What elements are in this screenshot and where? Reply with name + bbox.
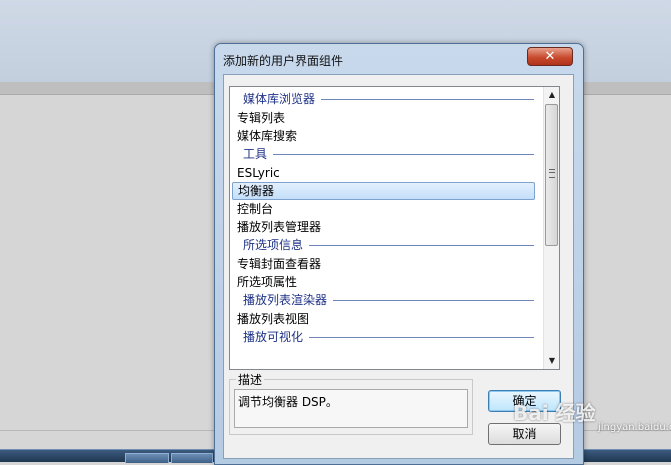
close-button[interactable]: ✕ [527, 47, 573, 66]
list-item[interactable]: ESLyric [232, 164, 535, 182]
list-item[interactable]: 专辑列表 [232, 109, 535, 127]
group-header: 播放列表渲染器 [230, 291, 542, 310]
list-item[interactable]: 控制台 [232, 200, 535, 218]
scrollbar-thumb[interactable] [545, 104, 558, 246]
group-label: 工具 [243, 147, 274, 161]
group-header: 所选项信息 [230, 236, 542, 255]
list-item[interactable]: 播放列表视图 [232, 310, 535, 328]
taskbar-button[interactable] [171, 453, 213, 463]
ok-button[interactable]: 确定 [488, 390, 561, 412]
vertical-scrollbar[interactable]: ▲ ▼ [543, 87, 559, 369]
group-header: 媒体库浏览器 [230, 90, 542, 109]
description-group: 描述 调节均衡器 DSP。 [229, 371, 473, 435]
group-header: 工具 [230, 145, 542, 164]
list-item[interactable]: 专辑封面查看器 [232, 255, 535, 273]
description-label: 描述 [236, 371, 265, 388]
group-header: 播放可视化 [230, 328, 542, 347]
description-text: 调节均衡器 DSP。 [234, 389, 468, 428]
dialog-client-area: 媒体库浏览器 专辑列表 媒体库搜索 工具 ESLyric 均衡器 控制台 播放列表管理器 所选项… [223, 74, 574, 459]
list-item[interactable]: 媒体库搜索 [232, 127, 535, 145]
component-list-content: 媒体库浏览器 专辑列表 媒体库搜索 工具 ESLyric 均衡器 控制台 播放列表管理器 所选项… [230, 90, 542, 347]
group-separator-line [243, 154, 534, 155]
close-icon: ✕ [544, 49, 556, 64]
taskbar-button[interactable] [125, 453, 169, 463]
scroll-down-arrow-icon[interactable]: ▼ [544, 353, 559, 369]
cancel-button[interactable]: 取消 [488, 423, 561, 445]
scrollbar-grip-icon [549, 169, 555, 178]
group-label: 播放列表渲染器 [243, 293, 334, 307]
scroll-up-arrow-icon[interactable]: ▲ [544, 87, 559, 103]
watermark-url: jingyan.baidu.com [598, 422, 671, 433]
list-item[interactable]: 播放列表管理器 [232, 218, 535, 236]
group-label: 所选项信息 [243, 238, 310, 252]
component-list[interactable]: 媒体库浏览器 专辑列表 媒体库搜索 工具 ESLyric 均衡器 控制台 播放列表管理器 所选项… [229, 86, 560, 370]
add-ui-element-dialog: 添加新的用户界面组件 ✕ 媒体库浏览器专辑列表 媒体库搜索工具 ESLyric 均衡器… [214, 43, 584, 465]
group-label: 播放可视化 [243, 330, 310, 344]
list-item[interactable]: 均衡器 [232, 182, 535, 200]
list-item[interactable]: 所选项属性 [232, 273, 535, 291]
group-label: 媒体库浏览器 [243, 92, 322, 106]
dialog-title: 添加新的用户界面组件 [223, 54, 344, 68]
